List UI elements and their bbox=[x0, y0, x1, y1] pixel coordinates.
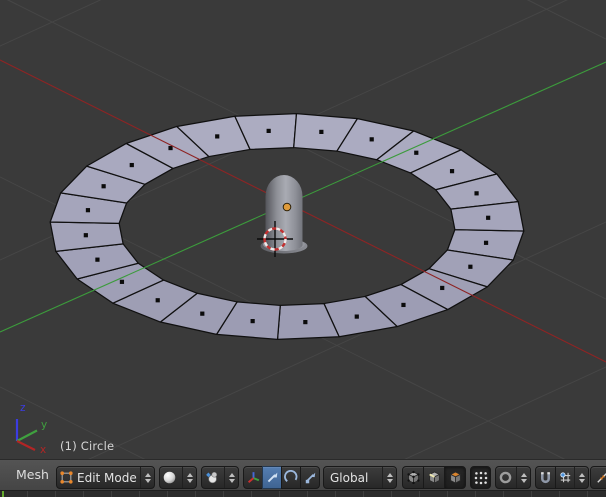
proportional-edit-icon bbox=[496, 470, 514, 486]
face-dot[interactable] bbox=[168, 145, 173, 151]
chevron-updown-icon bbox=[182, 467, 196, 488]
pivot-dropdown[interactable] bbox=[201, 466, 239, 489]
timeline-strip[interactable] bbox=[0, 490, 606, 497]
object-origin-dot bbox=[282, 202, 292, 212]
chevron-updown-icon bbox=[516, 467, 530, 488]
face-dot[interactable] bbox=[250, 319, 255, 324]
snap-increment-icon bbox=[556, 470, 574, 486]
occlude-geometry-icon bbox=[472, 470, 490, 486]
timeline-ticks bbox=[0, 491, 606, 497]
viewport-3d[interactable]: z y x bbox=[0, 0, 606, 459]
scale-button[interactable] bbox=[300, 466, 320, 489]
face-dot[interactable] bbox=[85, 208, 91, 213]
face-dot[interactable] bbox=[401, 302, 406, 308]
orientation-dropdown[interactable]: Global bbox=[323, 466, 397, 489]
snap-toggle-button[interactable] bbox=[535, 466, 556, 489]
face-dot[interactable] bbox=[215, 134, 220, 139]
pivot-median-point-icon bbox=[202, 470, 220, 486]
mini-axis-label-y: y bbox=[41, 419, 47, 431]
snap-element-button[interactable] bbox=[555, 466, 589, 489]
rotate-arc-icon bbox=[282, 470, 300, 486]
grid-line bbox=[0, 0, 102, 47]
face-dot[interactable] bbox=[468, 264, 473, 269]
face-dot[interactable] bbox=[474, 191, 479, 196]
mini-axis-label-z: z bbox=[20, 402, 26, 414]
face-dot[interactable] bbox=[483, 240, 489, 245]
chevron-updown-icon bbox=[574, 467, 588, 488]
face-dot[interactable] bbox=[449, 169, 455, 174]
collapse-arrows-icon bbox=[593, 470, 606, 486]
collapse-arrows-button[interactable] bbox=[590, 466, 606, 489]
blender-window: z y x (1) Circle Mesh Edit Mode Global bbox=[0, 0, 606, 497]
translate-button[interactable] bbox=[262, 466, 282, 489]
face-dot[interactable] bbox=[440, 285, 445, 291]
face-dot[interactable] bbox=[354, 314, 359, 319]
mini-axis-gizmo: z y x bbox=[15, 402, 47, 456]
face-cube-icon bbox=[446, 470, 464, 486]
mini-axis-y bbox=[16, 429, 38, 442]
face-dot[interactable] bbox=[414, 150, 419, 155]
face-select-button[interactable] bbox=[444, 466, 466, 489]
chevron-updown-icon bbox=[140, 467, 154, 488]
rotate-button[interactable] bbox=[281, 466, 301, 489]
vertex-select-button[interactable] bbox=[402, 466, 424, 489]
mode-dropdown[interactable]: Edit Mode bbox=[56, 466, 155, 489]
translate-arrow-icon bbox=[263, 470, 281, 486]
active-object-status: (1) Circle bbox=[60, 439, 115, 453]
shading-dropdown[interactable] bbox=[159, 466, 197, 489]
face-dot[interactable] bbox=[319, 129, 324, 134]
axis-tripod-icon bbox=[244, 470, 262, 486]
edge-select-button[interactable] bbox=[423, 466, 445, 489]
face-dot[interactable] bbox=[83, 233, 88, 238]
vertex-cube-icon bbox=[404, 470, 422, 486]
face-dot[interactable] bbox=[369, 137, 374, 142]
snap-group bbox=[535, 466, 589, 489]
manipulator-group bbox=[243, 466, 320, 489]
face-dot[interactable] bbox=[486, 215, 491, 220]
viewport-header: Mesh Edit Mode Global bbox=[0, 459, 606, 490]
face-dot[interactable] bbox=[101, 184, 106, 189]
face-dot[interactable] bbox=[119, 279, 125, 284]
manipulator-toggle-button[interactable] bbox=[243, 466, 263, 489]
viewport-shading-sphere-icon bbox=[160, 470, 178, 486]
face-dot[interactable] bbox=[129, 162, 134, 168]
proportional-edit-dropdown[interactable] bbox=[495, 466, 531, 489]
mini-axis-label-x: x bbox=[40, 444, 46, 456]
select-mode-group bbox=[402, 466, 466, 489]
edit-mode-icon bbox=[57, 470, 75, 486]
face-dot[interactable] bbox=[95, 257, 100, 262]
current-frame-marker[interactable] bbox=[2, 491, 4, 497]
orientation-label: Global bbox=[330, 470, 369, 485]
magnet-icon bbox=[537, 470, 555, 486]
occlude-geometry-button[interactable] bbox=[470, 466, 491, 489]
mesh-menu[interactable]: Mesh bbox=[16, 460, 49, 490]
face-dot[interactable] bbox=[303, 320, 308, 325]
scale-arrow-icon bbox=[301, 470, 319, 486]
grid-line bbox=[526, 0, 606, 40]
mode-label: Edit Mode bbox=[77, 470, 137, 485]
face-dot[interactable] bbox=[266, 128, 271, 133]
edge-cube-icon bbox=[425, 470, 443, 486]
mini-axis-x bbox=[16, 440, 36, 451]
face-dot[interactable] bbox=[200, 311, 205, 316]
chevron-updown-icon bbox=[382, 467, 396, 488]
face-dot[interactable] bbox=[155, 298, 160, 303]
chevron-updown-icon bbox=[224, 467, 238, 488]
